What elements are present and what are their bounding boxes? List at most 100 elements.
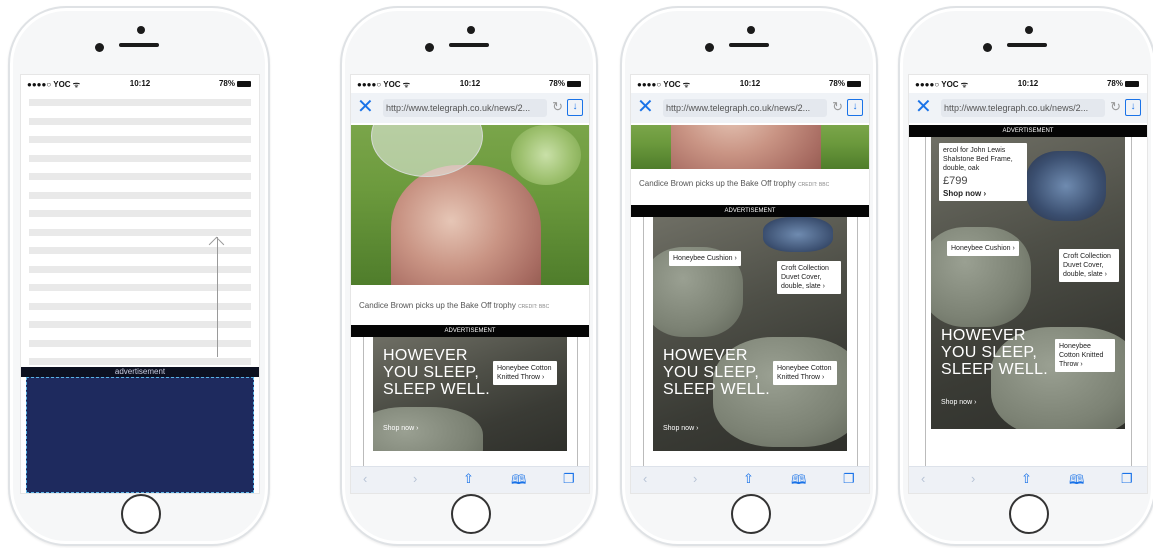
battery: 78%: [1107, 79, 1139, 88]
speaker-dot: [1025, 26, 1033, 34]
forward-icon[interactable]: ›: [413, 471, 417, 486]
tag-duvet[interactable]: Croft Collection Duvet Cover, double, sl…: [777, 261, 841, 294]
reload-icon[interactable]: ↻: [552, 99, 563, 115]
back-icon[interactable]: ‹: [363, 471, 367, 486]
battery-icon: [237, 80, 251, 87]
tag-bed[interactable]: ercol for John Lewis Shalstone Bed Frame…: [939, 143, 1027, 201]
placeholder-line: [29, 228, 251, 236]
article-photo: [631, 125, 869, 169]
placeholder-line: [29, 358, 251, 365]
headline-line-1: HOWEVER: [941, 327, 1026, 344]
headline-line-2: YOU SLEEP,: [383, 364, 480, 381]
speaker-dot: [137, 26, 145, 34]
placeholder-line: [29, 210, 251, 217]
ad-label: ADVERTISEMENT: [909, 125, 1147, 137]
tag-throw[interactable]: Honeybee Cotton Knitted Throw ›: [493, 361, 557, 385]
shop-now-link[interactable]: Shop now ›: [663, 425, 698, 432]
download-icon[interactable]: ↓: [847, 99, 863, 116]
phone-4: ●●●●○ YOC ᯤ 10:12 78% ✕ http://www.teleg…: [898, 6, 1153, 546]
url-field[interactable]: http://www.telegraph.co.uk/news/2...: [941, 99, 1105, 117]
back-icon[interactable]: ‹: [921, 471, 925, 486]
status-bar: ●●●●○ YOC ᯤ 10:12 78%: [909, 75, 1147, 91]
status-bar: ●●●●○ YOC ᯤ 10:12 78%: [351, 75, 589, 91]
placeholder-line: [29, 173, 251, 180]
back-icon[interactable]: ‹: [643, 471, 647, 486]
ad-creative[interactable]: ercol for John Lewis Shalstone Bed Frame…: [931, 137, 1125, 429]
tag-throw[interactable]: Honeybee Cotton Knitted Throw ›: [1055, 339, 1115, 372]
article-photo: [351, 125, 589, 285]
close-icon[interactable]: ✕: [915, 97, 932, 117]
ad-label: advertisement: [114, 367, 166, 376]
close-icon[interactable]: ✕: [637, 97, 654, 117]
ad-headline: HOWEVER YOU SLEEP, SLEEP WELL.: [663, 347, 770, 398]
ad-placeholder[interactable]: [26, 377, 254, 493]
download-icon[interactable]: ↓: [1125, 99, 1141, 116]
ad-headline: HOWEVER YOU SLEEP, SLEEP WELL.: [941, 327, 1048, 378]
bookmarks-icon[interactable]: 🕮: [791, 471, 806, 493]
tag-cushion[interactable]: Honeybee Cushion ›: [947, 241, 1019, 256]
earpiece: [729, 43, 769, 47]
tabs-icon[interactable]: ❐: [563, 471, 575, 487]
tag-duvet[interactable]: Croft Collection Duvet Cover, double, sl…: [1059, 249, 1119, 282]
ad-headline: HOWEVER YOU SLEEP, SLEEP WELL.: [383, 347, 490, 398]
ad-label: ADVERTISEMENT: [631, 205, 869, 217]
reload-icon[interactable]: ↻: [1110, 99, 1121, 115]
photo-caption: Candice Brown picks up the Bake Off trop…: [639, 179, 829, 188]
caption-credit: CREDIT: BBC: [518, 304, 550, 310]
close-icon[interactable]: ✕: [357, 97, 374, 117]
forward-icon[interactable]: ›: [693, 471, 697, 486]
shop-now-link[interactable]: Shop now ›: [383, 425, 418, 432]
browser-toolbar: ‹ › ⇧ 🕮 ❐: [631, 466, 869, 493]
phone-2: ●●●●○ YOC ᯤ 10:12 78% ✕ http://www.teleg…: [340, 6, 598, 546]
battery-icon: [1125, 80, 1139, 87]
ad-creative[interactable]: Honeybee Cushion › Croft Collection Duve…: [653, 217, 847, 451]
shop-now-link[interactable]: Shop now ›: [941, 399, 976, 406]
home-button[interactable]: [1009, 494, 1049, 534]
home-button[interactable]: [731, 494, 771, 534]
forward-icon[interactable]: ›: [971, 471, 975, 486]
tag-bed-shop[interactable]: Shop now ›: [943, 189, 1023, 198]
home-button[interactable]: [121, 494, 161, 534]
caption-text: Candice Brown picks up the Bake Off trop…: [639, 179, 796, 188]
share-icon[interactable]: ⇧: [743, 471, 754, 487]
ad-label: ADVERTISEMENT: [351, 325, 589, 337]
headline-line-3: SLEEP WELL.: [941, 361, 1049, 378]
front-camera: [95, 43, 104, 52]
ad-creative[interactable]: HOWEVER YOU SLEEP, SLEEP WELL. Honeybee …: [373, 337, 567, 451]
browser-toolbar: ‹ › ⇧ 🕮 ❐: [351, 466, 589, 493]
ad-side-rule: [577, 337, 578, 467]
url-bar: ✕ http://www.telegraph.co.uk/news/2... ↻…: [631, 93, 869, 123]
browser-toolbar: ‹ › ⇧ 🕮 ❐: [909, 466, 1147, 493]
battery-percent: 78%: [218, 79, 235, 88]
headline-line-3: SLEEP WELL.: [663, 381, 771, 398]
share-icon[interactable]: ⇧: [1021, 471, 1032, 487]
reload-icon[interactable]: ↻: [832, 99, 843, 115]
speaker-dot: [467, 26, 475, 34]
earpiece: [449, 43, 489, 47]
tag-throw[interactable]: Honeybee Cotton Knitted Throw ›: [773, 361, 837, 385]
ad-side-rule: [643, 217, 644, 467]
sleeper: [1026, 151, 1106, 221]
front-camera: [983, 43, 992, 52]
bouquet: [511, 125, 581, 185]
phone-3-screen: ●●●●○ YOC ᯤ 10:12 78% ✕ http://www.teleg…: [630, 74, 870, 494]
ad-side-rule: [857, 217, 858, 467]
tag-cushion[interactable]: Honeybee Cushion ›: [669, 251, 741, 266]
url-field[interactable]: http://www.telegraph.co.uk/news/2...: [663, 99, 827, 117]
tabs-icon[interactable]: ❐: [843, 471, 855, 487]
tag-bed-price: £799: [943, 175, 968, 187]
download-icon[interactable]: ↓: [567, 99, 583, 116]
earpiece: [119, 43, 159, 47]
phone-1: ●●●●○ YOC ᯤ 10:12 78% advertisement: [8, 6, 270, 546]
url-field[interactable]: http://www.telegraph.co.uk/news/2...: [383, 99, 547, 117]
placeholder-line: [29, 136, 251, 143]
bookmarks-icon[interactable]: 🕮: [1069, 471, 1084, 493]
headline-line-2: YOU SLEEP,: [663, 364, 760, 381]
home-button[interactable]: [451, 494, 491, 534]
headline-line-1: HOWEVER: [663, 347, 748, 364]
tabs-icon[interactable]: ❐: [1121, 471, 1133, 487]
placeholder-line: [29, 99, 251, 106]
placeholder-line: [29, 191, 251, 199]
bookmarks-icon[interactable]: 🕮: [511, 471, 526, 493]
share-icon[interactable]: ⇧: [463, 471, 474, 487]
